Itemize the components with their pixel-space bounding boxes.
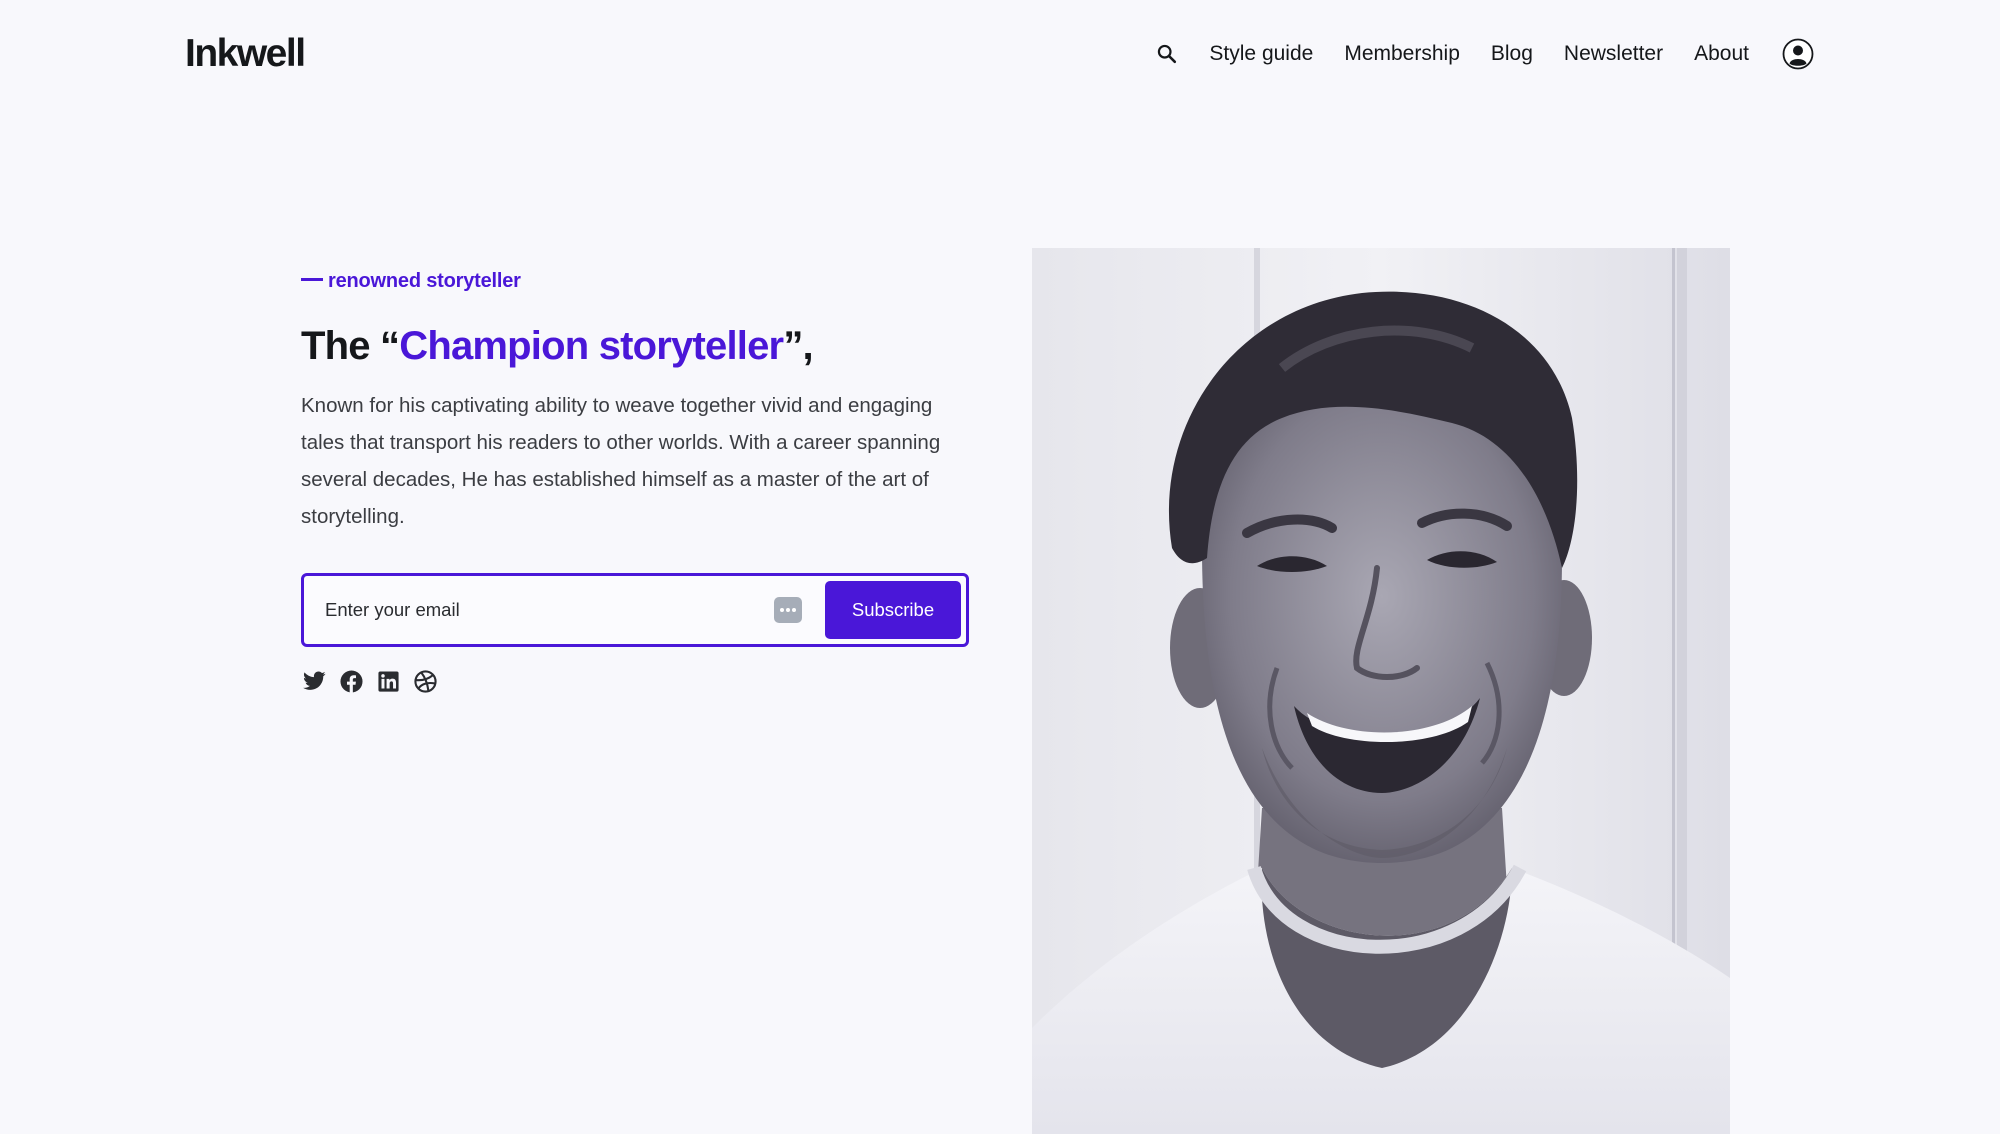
site-logo[interactable]: Inkwell (185, 32, 306, 76)
hero-headline: The “Champion storyteller”, (301, 322, 971, 370)
nav-link-about[interactable]: About (1694, 42, 1749, 66)
twitter-icon[interactable] (301, 668, 327, 694)
nav-link-membership[interactable]: Membership (1344, 42, 1460, 66)
dribbble-icon[interactable] (412, 668, 438, 694)
subscribe-button[interactable]: Subscribe (825, 581, 961, 639)
headline-suffix: ”, (783, 324, 813, 368)
site-header: Inkwell Style guide Membership Blog News… (0, 0, 2000, 110)
eyebrow-label: renowned storyteller (328, 270, 521, 292)
nav-link-blog[interactable]: Blog (1491, 42, 1533, 66)
linkedin-icon[interactable] (375, 668, 401, 694)
facebook-icon[interactable] (338, 668, 364, 694)
author-portrait (1032, 248, 1730, 1134)
hero-content: renowned storyteller The “Champion story… (301, 270, 971, 693)
main-nav: Style guide Membership Blog Newsletter A… (1153, 32, 1815, 76)
password-manager-icon[interactable] (774, 597, 802, 623)
headline-accent: Champion storyteller (399, 324, 784, 368)
nav-link-style-guide[interactable]: Style guide (1209, 42, 1313, 66)
eyebrow-dash (301, 278, 323, 282)
search-icon[interactable] (1153, 40, 1181, 68)
user-account-icon[interactable] (1781, 37, 1815, 71)
hero-eyebrow: renowned storyteller (301, 270, 971, 293)
social-links (301, 668, 449, 694)
subscribe-form: Subscribe (301, 573, 969, 647)
author-photo (1032, 248, 1730, 1134)
headline-prefix: The “ (301, 324, 400, 368)
hero-description: Known for his captivating ability to wea… (301, 394, 941, 528)
email-input[interactable] (304, 576, 774, 644)
nav-link-newsletter[interactable]: Newsletter (1564, 42, 1663, 66)
